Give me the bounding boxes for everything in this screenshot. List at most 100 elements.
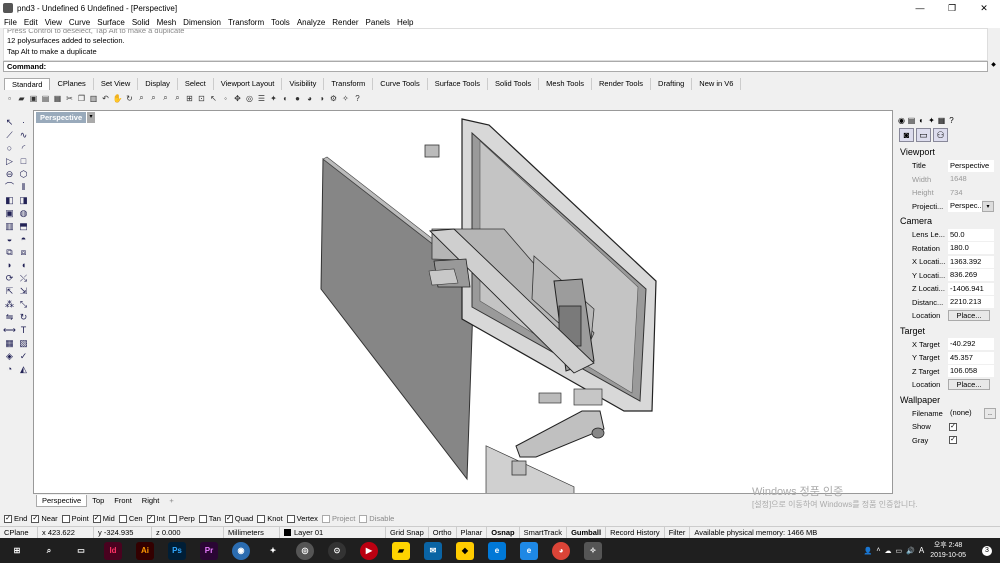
osnap-mid[interactable]: ✓ Mid [92,514,115,523]
layers-tab-icon[interactable]: ▤ [907,116,916,125]
menu-view[interactable]: View [45,18,62,27]
media-app-icon[interactable]: ◎ [296,541,314,560]
print-icon[interactable]: ▤ [40,93,51,104]
checkbox-icon[interactable] [359,514,368,523]
render-icon[interactable]: ◕ [304,93,315,104]
offset-icon[interactable]: ⫴ [17,181,30,194]
menu-solid[interactable]: Solid [132,18,150,27]
app-icon[interactable]: ⊙ [328,541,346,560]
tab-front[interactable]: Front [109,495,137,507]
osnap-project[interactable]: Project [321,514,355,523]
task-view-icon[interactable]: ▭ [72,542,90,560]
z-location-field[interactable]: -1406.941 [948,282,994,295]
scale-icon[interactable]: ⤡ [17,298,30,311]
copy-tool-icon[interactable]: ⇲ [17,285,30,298]
tab-display[interactable]: Display [138,78,178,90]
display-tab-icon[interactable]: ▦ [937,116,946,125]
tab-transform[interactable]: Transform [324,78,374,90]
tab-cplanes[interactable]: CPlanes [50,78,94,90]
menu-tools[interactable]: Tools [271,18,290,27]
tab-render-tools[interactable]: Render Tools [592,78,652,90]
search-icon[interactable]: ⌕ [40,542,58,560]
help-icon[interactable]: ? [352,93,363,104]
plugin-icon[interactable]: ✧ [340,93,351,104]
box-icon[interactable]: ▣ [3,207,16,220]
properties-tab-icon[interactable]: ◉ [897,116,906,125]
analyze-icon[interactable]: ◎ [244,93,255,104]
zoom-window-icon[interactable]: ⌕ [148,93,159,104]
polyline-icon[interactable]: ⟋ [3,129,16,142]
move-icon[interactable]: ✥ [232,93,243,104]
polygon-icon[interactable]: ⬡ [17,168,30,181]
close-button[interactable]: ✕ [968,0,1000,16]
render-preview-icon[interactable]: ◑ [316,93,327,104]
people-icon[interactable]: 👤 [864,547,873,555]
dimension-icon[interactable]: ⟷ [3,324,16,337]
arc-icon[interactable]: ◜ [17,142,30,155]
sphere-icon[interactable]: ● [292,93,303,104]
menu-analyze[interactable]: Analyze [297,18,325,27]
checkbox-icon[interactable]: ✓ [31,514,40,523]
array-icon[interactable]: ⁂ [3,298,16,311]
rhino-active-app-icon[interactable]: ✧ [584,541,602,560]
osnap-perp[interactable]: Perp [168,514,195,523]
browser-app-icon[interactable]: ◉ [232,541,250,560]
perspective-viewport[interactable]: Perspective ▾ [33,110,893,494]
render-tool-icon[interactable]: ◔ [3,363,16,376]
analysis-icon[interactable]: ◈ [3,350,16,363]
tab-right[interactable]: Right [137,495,165,507]
triangle-icon[interactable]: ▷ [3,155,16,168]
text-icon[interactable]: T [17,324,30,337]
menu-mesh[interactable]: Mesh [157,18,177,27]
curve-icon[interactable]: ∿ [17,129,30,142]
tab-solid-tools[interactable]: Solid Tools [488,78,540,90]
osnap-near[interactable]: ✓ Near [31,514,58,523]
y-location-field[interactable]: 836.269 [948,269,994,282]
add-viewport-tab-icon[interactable]: + [164,495,178,507]
sphere-tool-icon[interactable]: ◍ [17,207,30,220]
tab-set-view[interactable]: Set View [94,78,139,90]
osnap-end[interactable]: ✓ End [4,514,27,523]
rotate-view-icon[interactable]: ↻ [124,93,135,104]
open-file-icon[interactable]: ▰ [16,93,27,104]
properties-icon[interactable]: ▦ [52,93,63,104]
menu-help[interactable]: Help [397,18,413,27]
extrude-icon[interactable]: ⬒ [17,220,30,233]
photoshop-app-icon[interactable]: Ps [168,541,186,560]
light-icon[interactable]: ✦ [268,93,279,104]
select-arrow-icon[interactable]: ↖ [3,116,16,129]
point-icon[interactable]: ◦ [220,93,231,104]
viewport-dropdown-icon[interactable]: ▾ [87,112,95,123]
menu-transform[interactable]: Transform [228,18,264,27]
mesh-icon[interactable]: ⧉ [3,246,16,259]
material-icon[interactable]: ◐ [280,93,291,104]
network-icon[interactable]: ▭ [896,547,903,555]
history-scrollbar[interactable] [989,28,998,61]
menu-render[interactable]: Render [332,18,358,27]
select-icon[interactable]: ↖ [208,93,219,104]
materials-tab-icon[interactable]: ◐ [917,116,926,125]
model-scene[interactable] [34,111,893,494]
tab-select[interactable]: Select [178,78,214,90]
osnap-knot[interactable]: Knot [257,514,283,523]
menu-edit[interactable]: Edit [24,18,38,27]
rotate-tool-icon[interactable]: ↻ [17,311,30,324]
check-icon[interactable]: ✓ [17,350,30,363]
mirror-icon[interactable]: ⇋ [3,311,16,324]
filter-toggle[interactable]: Filter [665,526,691,538]
tab-curve-tools[interactable]: Curve Tools [373,78,428,90]
chevron-down-icon[interactable]: ▾ [982,200,994,212]
gumball-toggle[interactable]: Gumball [567,526,607,538]
four-view-icon[interactable]: ⊞ [184,93,195,104]
copy-icon[interactable]: ❐ [76,93,87,104]
options-icon[interactable]: ⚙ [328,93,339,104]
tab-visibility[interactable]: Visibility [282,78,325,90]
grid-tool-icon[interactable]: ▦ [3,337,16,350]
command-input[interactable]: Command: [3,61,988,72]
tab-top[interactable]: Top [87,495,109,507]
video-app-icon[interactable]: ▶ [360,541,378,560]
rotation-field[interactable]: 180.0 [948,242,994,255]
checkbox-icon[interactable] [286,514,295,523]
indesign-app-icon[interactable]: Id [104,541,122,560]
point-tool-icon[interactable]: · [17,116,30,129]
